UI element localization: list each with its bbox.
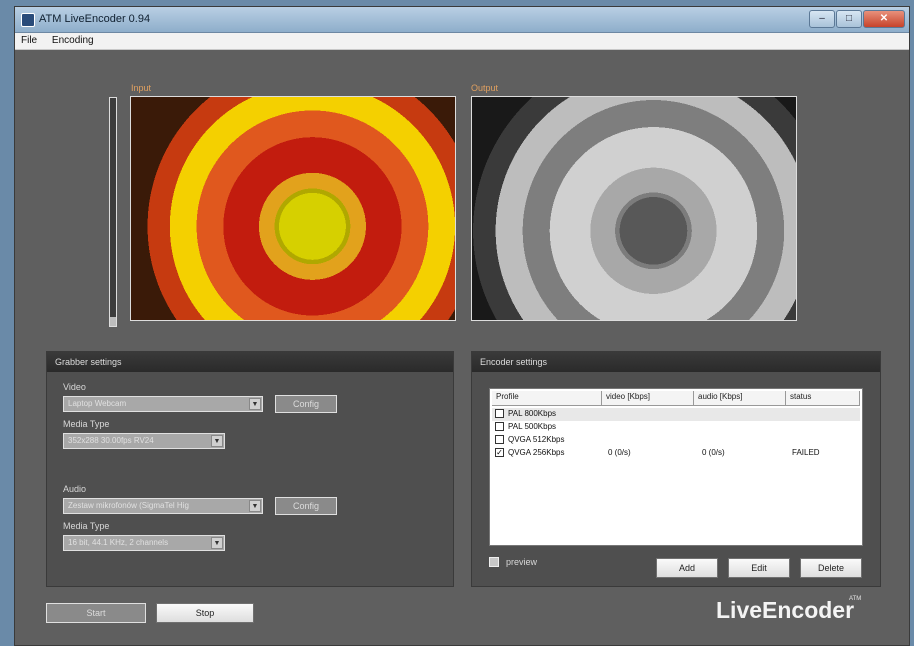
- video-device-select[interactable]: Laptop Webcam ▼: [63, 396, 263, 412]
- video-media-type-select[interactable]: 352x288 30.00fps RV24 ▼: [63, 433, 225, 449]
- encoder-settings-panel: Encoder settings Profile video [Kbps] au…: [471, 351, 881, 587]
- column-video[interactable]: video [Kbps]: [602, 391, 694, 405]
- profile-list-header: Profile video [Kbps] audio [Kbps] status: [492, 391, 860, 406]
- preview-label: preview: [506, 557, 538, 567]
- audio-level-fill: [110, 316, 116, 326]
- video-config-button[interactable]: Config: [275, 395, 337, 413]
- audio-media-type-label: Media Type: [63, 521, 110, 531]
- profile-row[interactable]: QVGA 512Kbps: [492, 434, 860, 447]
- output-label: Output: [471, 83, 499, 93]
- input-label: Input: [131, 83, 152, 93]
- start-button[interactable]: Start: [46, 603, 146, 623]
- menu-bar: File Encoding: [15, 33, 909, 50]
- window-title: ATM LiveEncoder 0.94: [39, 13, 151, 25]
- liveencoder-logo: LiveEncoder: [716, 597, 855, 623]
- stop-button[interactable]: Stop: [156, 603, 254, 623]
- profile-name: PAL 800Kbps: [508, 409, 557, 418]
- video-device-value: Laptop Webcam: [68, 399, 127, 408]
- column-profile[interactable]: Profile: [492, 391, 602, 405]
- profile-name: QVGA 256Kbps: [508, 448, 565, 457]
- logo-superscript: ATM: [849, 596, 862, 602]
- audio-device-select[interactable]: Zestaw mikrofonów (SigmaTel Hig ▼: [63, 498, 263, 514]
- menu-encoding[interactable]: Encoding: [46, 33, 100, 48]
- encoder-settings-title: Encoder settings: [472, 352, 880, 372]
- grabber-settings-panel: Grabber settings Video Laptop Webcam ▼ C…: [46, 351, 454, 587]
- audio-media-type-value: 16 bit, 44.1 KHz, 2 channels: [68, 538, 169, 547]
- title-bar[interactable]: ATM LiveEncoder 0.94 – □ ✕: [15, 7, 909, 33]
- profile-checkbox[interactable]: [495, 435, 504, 444]
- video-media-type-value: 352x288 30.00fps RV24: [68, 436, 154, 445]
- profile-name: QVGA 512Kbps: [508, 435, 565, 444]
- profile-name: PAL 500Kbps: [508, 422, 557, 431]
- profile-status: FAILED: [792, 448, 820, 457]
- profile-row[interactable]: PAL 500Kbps: [492, 421, 860, 434]
- add-button[interactable]: Add: [656, 558, 718, 578]
- profile-checkbox[interactable]: ✓: [495, 448, 504, 457]
- profile-row[interactable]: ✓ QVGA 256Kbps 0 (0/s) 0 (0/s) FAILED: [492, 447, 860, 460]
- profile-row[interactable]: PAL 800Kbps: [492, 408, 860, 421]
- chevron-down-icon[interactable]: ▼: [211, 435, 223, 447]
- audio-level-meter: [109, 97, 117, 327]
- profile-audio: 0 (0/s): [702, 448, 725, 457]
- column-status[interactable]: status: [786, 391, 860, 405]
- maximize-button[interactable]: □: [836, 10, 862, 28]
- preview-checkbox[interactable]: [489, 557, 499, 567]
- audio-config-button[interactable]: Config: [275, 497, 337, 515]
- video-label: Video: [63, 382, 86, 392]
- profile-checkbox[interactable]: [495, 409, 504, 418]
- column-audio[interactable]: audio [Kbps]: [694, 391, 786, 405]
- minimize-button[interactable]: –: [809, 10, 835, 28]
- video-media-type-label: Media Type: [63, 419, 110, 429]
- output-video: [471, 96, 797, 321]
- close-button[interactable]: ✕: [863, 10, 905, 28]
- profile-checkbox[interactable]: [495, 422, 504, 431]
- delete-button[interactable]: Delete: [800, 558, 862, 578]
- profile-list[interactable]: Profile video [Kbps] audio [Kbps] status…: [489, 388, 863, 546]
- input-video: [130, 96, 456, 321]
- audio-device-value: Zestaw mikrofonów (SigmaTel Hig: [68, 501, 189, 510]
- app-window: ATM LiveEncoder 0.94 – □ ✕ File Encoding…: [14, 6, 910, 646]
- profile-video: 0 (0/s): [608, 448, 631, 457]
- chevron-down-icon[interactable]: ▼: [211, 537, 223, 549]
- app-icon[interactable]: [21, 13, 35, 27]
- audio-label: Audio: [63, 484, 87, 494]
- chevron-down-icon[interactable]: ▼: [249, 500, 261, 512]
- menu-file[interactable]: File: [15, 33, 43, 48]
- chevron-down-icon[interactable]: ▼: [249, 398, 261, 410]
- edit-button[interactable]: Edit: [728, 558, 790, 578]
- audio-media-type-select[interactable]: 16 bit, 44.1 KHz, 2 channels ▼: [63, 535, 225, 551]
- grabber-settings-title: Grabber settings: [47, 352, 453, 372]
